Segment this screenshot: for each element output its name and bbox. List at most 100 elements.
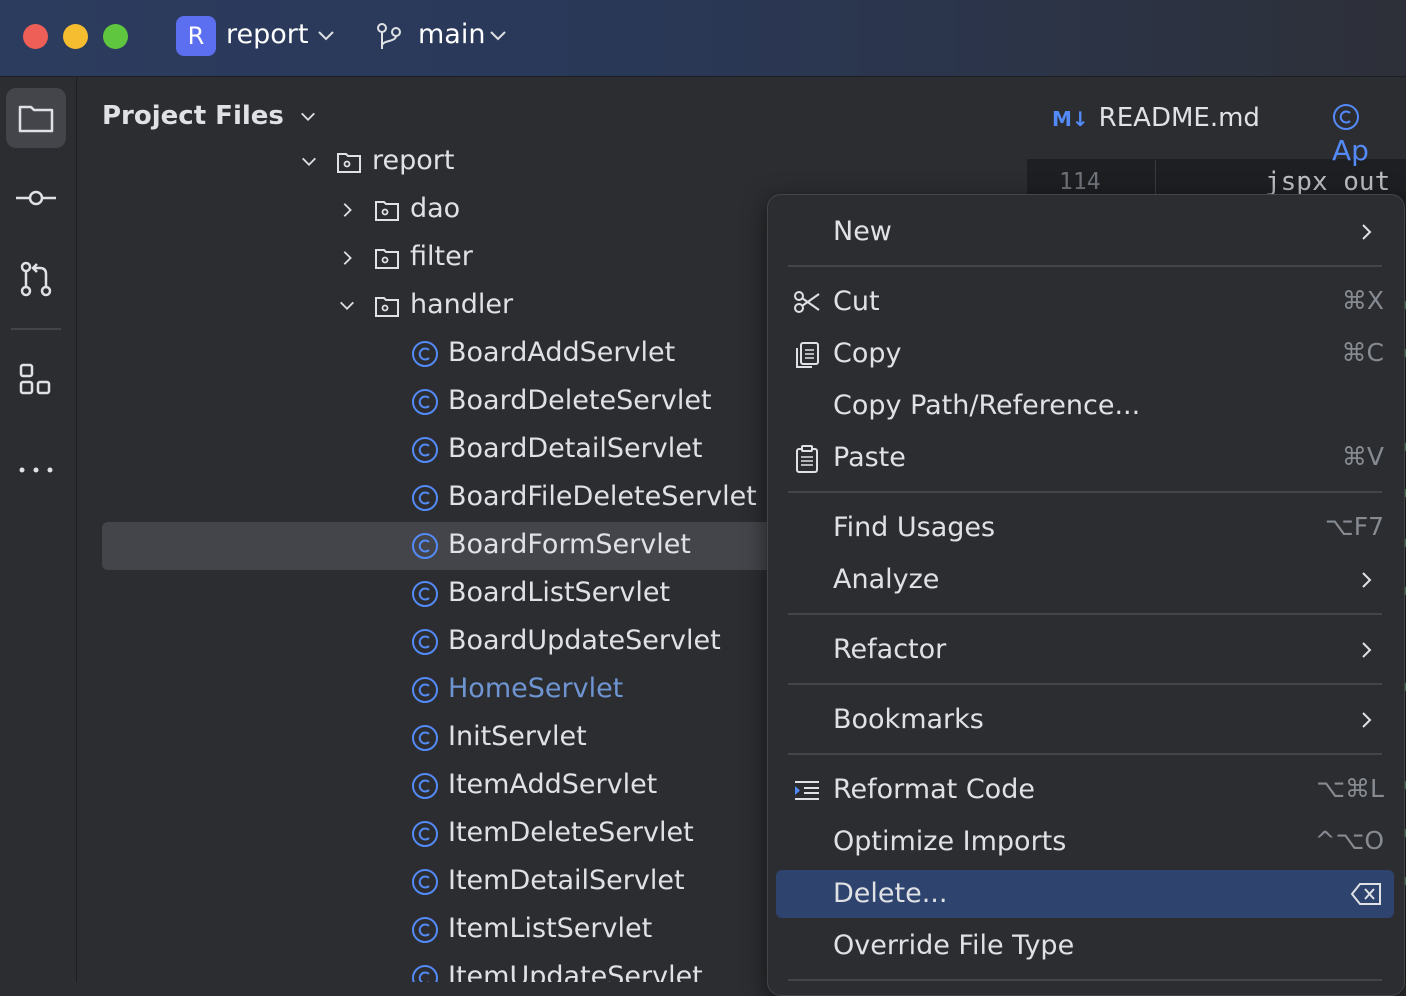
minimize-window-button[interactable]: [63, 24, 88, 49]
panel-title-label: Project Files: [102, 101, 284, 131]
tree-class-row[interactable]: BoardUpdateServlet: [102, 618, 777, 666]
branch-icon[interactable]: [374, 22, 404, 52]
menu-shortcut: ⌘C: [1341, 338, 1384, 367]
menu-item-copy-path[interactable]: Copy Path/Reference...: [776, 382, 1394, 430]
strip-divider: [11, 328, 61, 330]
class-icon: [412, 677, 438, 703]
tree-class-label: BoardListServlet: [448, 577, 671, 608]
editor-tab-bar: M↓ README.md Ap: [1027, 77, 1406, 167]
chevron-down-icon[interactable]: [338, 297, 356, 315]
tree-class-label: ItemDeleteServlet: [448, 817, 694, 848]
code-line[interactable]: jspx_out =: [1265, 167, 1406, 197]
class-icon: [412, 437, 438, 463]
menu-item-paste[interactable]: Paste ⌘V: [776, 434, 1394, 482]
menu-item-delete[interactable]: Delete...: [776, 870, 1394, 918]
chevron-down-icon[interactable]: [488, 26, 508, 46]
tree-class-row[interactable]: HomeServlet: [102, 666, 777, 714]
menu-separator: [788, 753, 1382, 755]
more-icon: [19, 467, 53, 473]
menu-item-label: New: [833, 216, 892, 247]
menu-item-override-file-type[interactable]: Override File Type: [776, 922, 1394, 970]
menu-item-reformat-code[interactable]: Reformat Code ⌥⌘L: [776, 766, 1394, 814]
tree-class-row[interactable]: BoardListServlet: [102, 570, 777, 618]
pull-requests-tool-button[interactable]: [6, 248, 66, 308]
tree-class-row[interactable]: InitServlet: [102, 714, 777, 762]
class-icon: [412, 965, 438, 982]
class-icon: [412, 581, 438, 607]
plugins-tool-button[interactable]: [6, 350, 66, 410]
package-folder-icon: [375, 297, 399, 317]
menu-item-analyze[interactable]: Analyze: [776, 556, 1394, 604]
tree-class-label: BoardUpdateServlet: [448, 625, 721, 656]
tree-class-row[interactable]: BoardDetailServlet: [102, 426, 777, 474]
branch-selector[interactable]: main: [418, 19, 485, 50]
tree-class-label: BoardFileDeleteServlet: [448, 481, 757, 512]
tree-class-row-selected[interactable]: BoardFormServlet: [102, 522, 777, 570]
tree-class-label: BoardAddServlet: [448, 337, 676, 368]
menu-item-cut[interactable]: Cut ⌘X: [776, 278, 1394, 326]
tool-window-strip: [0, 77, 77, 982]
menu-separator: [788, 491, 1382, 493]
tree-class-row[interactable]: BoardAddServlet: [102, 330, 777, 378]
tree-class-row[interactable]: BoardDeleteServlet: [102, 378, 777, 426]
project-badge[interactable]: R: [176, 16, 216, 56]
chevron-right-icon: [1362, 224, 1372, 240]
tree-folder-row[interactable]: handler: [102, 282, 777, 330]
menu-separator: [788, 265, 1382, 267]
menu-item-new[interactable]: New: [776, 208, 1394, 256]
chevron-right-icon[interactable]: [338, 201, 356, 219]
class-icon: [412, 917, 438, 943]
menu-item-label: Delete...: [833, 878, 948, 909]
chevron-right-icon: [1362, 572, 1372, 588]
project-selector[interactable]: report: [226, 19, 308, 50]
tree-class-row[interactable]: ItemDetailServlet: [102, 858, 777, 906]
tab-readme[interactable]: M↓ README.md: [1052, 103, 1260, 133]
tree-class-row[interactable]: ItemAddServlet: [102, 762, 777, 810]
pull-request-icon: [20, 261, 52, 297]
zoom-window-button[interactable]: [103, 24, 128, 49]
menu-item-find-usages[interactable]: Find Usages ⌥F7: [776, 504, 1394, 552]
tree-folder-row[interactable]: report: [102, 140, 777, 186]
menu-item-label: Paste: [833, 442, 906, 473]
tree-class-row[interactable]: ItemDeleteServlet: [102, 810, 777, 858]
chevron-down-icon[interactable]: [300, 153, 318, 171]
menu-separator: [788, 613, 1382, 615]
menu-item-label: Find Usages: [833, 512, 996, 543]
menu-item-bookmarks[interactable]: Bookmarks: [776, 696, 1394, 744]
tree-class-row[interactable]: BoardFileDeleteServlet: [102, 474, 777, 522]
class-icon: [412, 341, 438, 367]
tree-folder-label: report: [372, 145, 455, 176]
chevron-right-icon[interactable]: [338, 249, 356, 267]
menu-item-label: Copy Path/Reference...: [833, 390, 1141, 421]
tree-folder-label: handler: [410, 289, 514, 320]
chevron-down-icon: [301, 112, 315, 121]
delete-key-icon: [1350, 883, 1381, 905]
menu-shortcut: ⌥F7: [1324, 512, 1384, 541]
class-icon: [412, 821, 438, 847]
menu-item-label: Cut: [833, 286, 880, 317]
menu-item-copy[interactable]: Copy ⌘C: [776, 330, 1394, 378]
tree-class-label: BoardDetailServlet: [448, 433, 703, 464]
tab-readme-label: README.md: [1098, 103, 1260, 133]
chevron-down-icon[interactable]: [316, 26, 336, 46]
class-icon: [412, 389, 438, 415]
tree-class-label: InitServlet: [448, 721, 587, 752]
chevron-right-icon: [1362, 712, 1372, 728]
close-window-button[interactable]: [23, 24, 48, 49]
menu-item-optimize-imports[interactable]: Optimize Imports ^⌥O: [776, 818, 1394, 866]
tree-class-row[interactable]: ItemListServlet: [102, 906, 777, 954]
tree-folder-row[interactable]: dao: [102, 186, 777, 234]
tree-class-label: ItemDetailServlet: [448, 865, 685, 896]
menu-item-label: Refactor: [833, 634, 947, 665]
tab-second[interactable]: Ap: [1332, 101, 1406, 167]
tree-class-label: BoardFormServlet: [448, 529, 691, 560]
tree-class-row[interactable]: ItemUpdateServlet: [102, 954, 777, 982]
menu-item-refactor[interactable]: Refactor: [776, 626, 1394, 674]
project-panel-title[interactable]: Project Files: [102, 101, 317, 131]
commit-tool-button[interactable]: [6, 168, 66, 228]
project-tool-button[interactable]: [6, 88, 66, 148]
class-icon: [412, 869, 438, 895]
tree-folder-row[interactable]: filter: [102, 234, 777, 282]
more-tools-button[interactable]: [6, 430, 66, 490]
class-icon: [412, 533, 438, 559]
